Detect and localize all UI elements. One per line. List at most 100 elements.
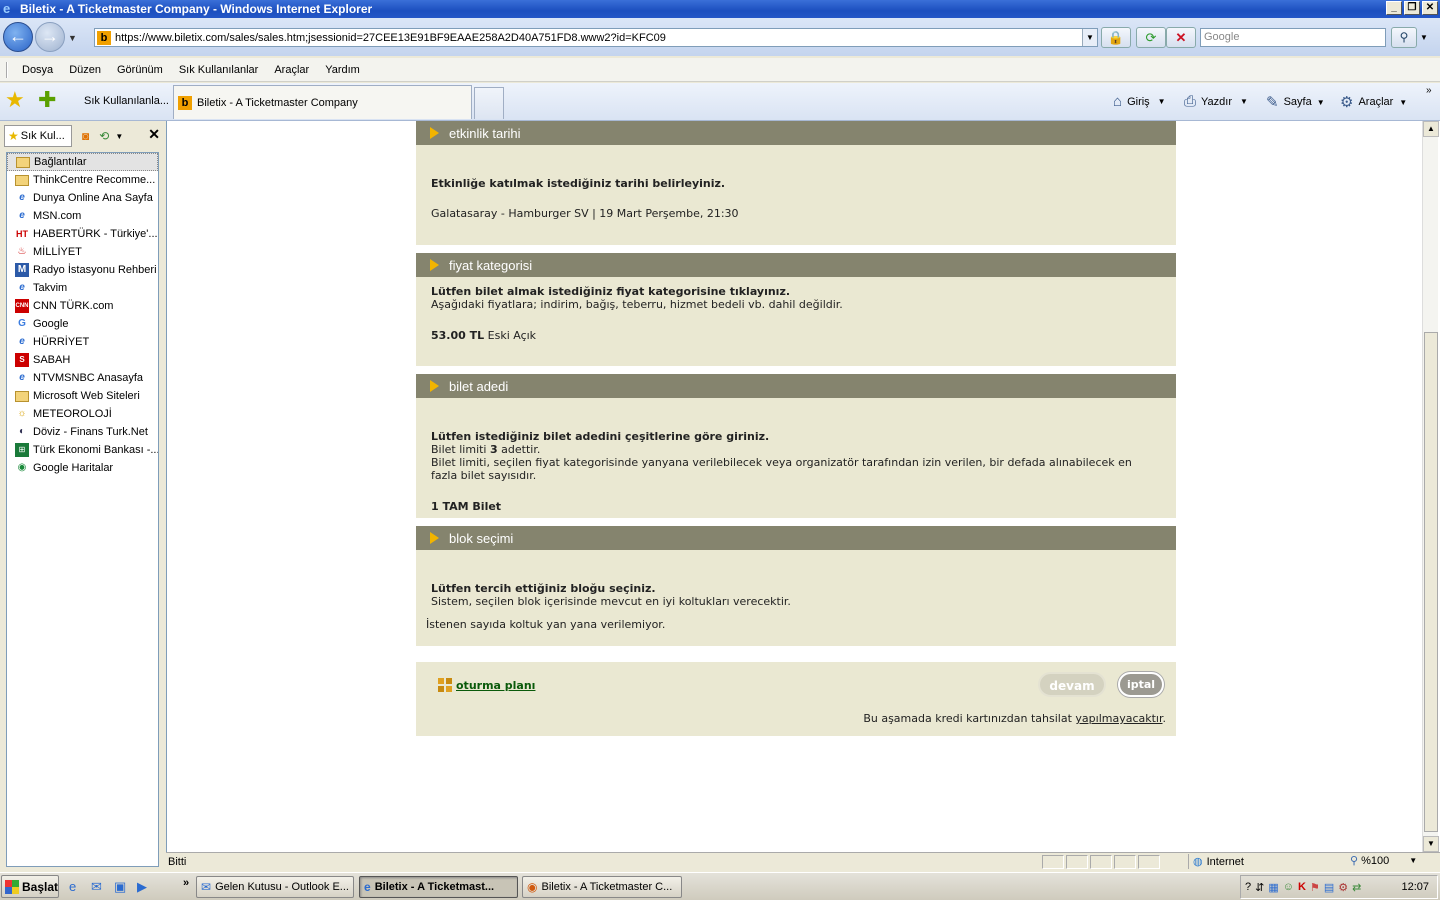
quicklaunch-media-icon[interactable]: ▶ — [137, 879, 147, 895]
search-options-dropdown[interactable]: ▼ — [1420, 33, 1428, 42]
home-button[interactable]: ⌂ Giriş ▼ — [1113, 93, 1166, 110]
price-option[interactable]: 53.00 TL Eski Açık — [431, 311, 1161, 342]
favorite-item[interactable]: HT HABERTÜRK - Türkiye'... — [7, 225, 158, 243]
address-bar[interactable]: b https://www.biletix.com/sales/sales.ht… — [94, 28, 1098, 47]
favorites-label[interactable]: Sık Kullanılanla... — [84, 95, 169, 107]
block-warning: İstenen sayıda koltuk yan yana verilemiy… — [426, 618, 666, 631]
history-dropdown-icon[interactable]: ▼ — [115, 132, 123, 141]
connection-icon[interactable]: ⇄ — [1352, 881, 1361, 894]
favorite-item[interactable]: e NTVMSNBC Anasayfa — [7, 369, 158, 387]
restore-button[interactable]: ❐ — [1404, 1, 1420, 15]
address-dropdown-button[interactable]: ▼ — [1082, 29, 1097, 46]
google-icon: G — [18, 318, 26, 329]
favorite-item[interactable]: ⊞ Türk Ekonomi Bankası -... — [7, 441, 158, 459]
search-input[interactable]: Google — [1200, 28, 1386, 47]
milliyet-icon: ♨ — [17, 246, 27, 257]
zoom-control[interactable]: ⚲ %100 ▼ — [1350, 854, 1417, 868]
history-icon[interactable]: ⟲ — [99, 129, 109, 143]
scroll-down-icon[interactable]: ▼ — [1423, 836, 1439, 852]
start-button[interactable]: Başlat — [1, 875, 59, 898]
stop-button[interactable]: ✕ — [1166, 27, 1196, 48]
favorite-item[interactable]: e Takvim — [7, 279, 158, 297]
print-button[interactable]: ⎙ Yazdır ▼ — [1184, 93, 1248, 110]
favorite-item[interactable]: Bağlantılar — [7, 153, 158, 171]
taskbar-item-outlook[interactable]: ✉ Gelen Kutusu - Outlook E... — [196, 876, 354, 898]
favorite-item[interactable]: CNN CNN TÜRK.com — [7, 297, 158, 315]
help-icon[interactable]: ? — [1245, 881, 1251, 893]
scroll-up-icon[interactable]: ▲ — [1423, 121, 1439, 137]
favorite-item[interactable]: Microsoft Web Siteleri — [7, 387, 158, 405]
page-button[interactable]: ✎ Sayfa ▼ — [1266, 93, 1325, 111]
address-url[interactable]: https://www.biletix.com/sales/sales.htm;… — [115, 32, 666, 44]
favorite-item[interactable]: ♨ MİLLİYET — [7, 243, 158, 261]
home-dropdown-icon[interactable]: ▼ — [1158, 97, 1166, 106]
page-dropdown-icon[interactable]: ▼ — [1317, 98, 1325, 107]
quicklaunch-desktop-icon[interactable]: ▣ — [114, 879, 126, 895]
favorite-item[interactable]: e Dunya Online Ana Sayfa — [7, 189, 158, 207]
favorites-center-star-icon[interactable]: ★ — [5, 89, 25, 111]
favorite-item[interactable]: e HÜRRİYET — [7, 333, 158, 351]
print-dropdown-icon[interactable]: ▼ — [1240, 97, 1248, 106]
recent-pages-dropdown[interactable]: ▼ — [68, 33, 77, 43]
menu-file[interactable]: Dosya — [14, 64, 61, 76]
favorite-item[interactable]: G Google — [7, 315, 158, 333]
quicklaunch-outlook-icon[interactable]: ✉ — [91, 879, 102, 895]
section-title: etkinlik tarihi — [449, 125, 521, 141]
quicklaunch-overflow-chevron-icon[interactable]: » — [183, 877, 189, 889]
user-icon[interactable]: ☺ — [1283, 881, 1294, 893]
display-icon[interactable]: ▤ — [1324, 881, 1334, 894]
seat-plan-link[interactable]: oturma planı — [456, 679, 535, 692]
favorite-item[interactable]: S SABAH — [7, 351, 158, 369]
back-button[interactable]: ← — [3, 22, 33, 52]
cancel-button[interactable]: iptal — [1118, 672, 1164, 697]
favorite-item[interactable]: ◐ Döviz - Finans Turk.Net — [7, 423, 158, 441]
menu-tools[interactable]: Araçlar — [266, 64, 317, 76]
forward-button[interactable]: → — [35, 22, 65, 52]
folder-icon — [15, 174, 29, 186]
favorite-item[interactable]: ThinkCentre Recomme... — [7, 171, 158, 189]
payment-notice-link[interactable]: yapılmayacaktır — [1075, 712, 1162, 725]
taskbar-item-label: Biletix - A Ticketmast... — [374, 881, 495, 893]
refresh-button[interactable]: ⟳ — [1136, 27, 1166, 48]
toolbar-overflow-chevron-icon[interactable]: » — [1426, 85, 1432, 96]
favorite-item[interactable]: M Radyo İstasyonu Rehberi — [7, 261, 158, 279]
add-favorite-icon[interactable]: ✚ — [38, 89, 56, 111]
favorites-panel-tab[interactable]: ★ Sık Kul... — [4, 125, 72, 147]
minimize-button[interactable]: _ — [1386, 1, 1402, 15]
quicklaunch-ie-icon[interactable]: e — [69, 879, 76, 894]
taskbar-item-biletix-firefox[interactable]: ◉ Biletix - A Ticketmaster C... — [522, 876, 682, 898]
favorite-item[interactable]: ☼ METEOROLOJİ — [7, 405, 158, 423]
security-lock-icon[interactable]: 🔒 — [1101, 27, 1131, 48]
tray-icon[interactable]: ▦ — [1268, 881, 1278, 894]
close-button[interactable]: ✕ — [1422, 1, 1438, 15]
clock[interactable]: 12:07 — [1401, 881, 1429, 893]
menu-help[interactable]: Yardım — [317, 64, 368, 76]
security-icon[interactable]: ⚑ — [1310, 881, 1320, 894]
update-icon[interactable]: ⚙ — [1338, 881, 1348, 894]
vertical-scrollbar[interactable]: ▲ ▼ — [1422, 121, 1439, 852]
close-panel-icon[interactable]: ✕ — [148, 126, 160, 143]
ie-page-icon: e — [19, 336, 25, 347]
tools-button[interactable]: ⚙ Araçlar ▼ — [1340, 93, 1407, 111]
section-arrow-icon — [430, 380, 439, 392]
antivirus-icon[interactable]: K — [1298, 881, 1306, 893]
menu-edit[interactable]: Düzen — [61, 64, 109, 76]
favorite-item[interactable]: e MSN.com — [7, 207, 158, 225]
tools-dropdown-icon[interactable]: ▼ — [1399, 98, 1407, 107]
menu-favorites[interactable]: Sık Kullanılanlar — [171, 64, 267, 76]
menu-view[interactable]: Görünüm — [109, 64, 171, 76]
security-zone[interactable]: ◍ Internet — [1188, 854, 1344, 869]
zoom-dropdown-icon[interactable]: ▼ — [1409, 856, 1417, 865]
continue-button[interactable]: devam — [1038, 672, 1106, 697]
taskbar-item-biletix-ie[interactable]: e Biletix - A Ticketmast... — [359, 876, 518, 898]
new-tab-button[interactable] — [474, 87, 504, 119]
favorite-label: Bağlantılar — [34, 156, 87, 168]
network-icon[interactable]: ⇵ — [1255, 881, 1264, 894]
price-instruction: Lütfen bilet almak istediğiniz fiyat kat… — [431, 285, 791, 298]
tab-biletix[interactable]: b Biletix - A Ticketmaster Company — [173, 85, 472, 119]
scroll-thumb[interactable] — [1424, 332, 1438, 832]
feeds-icon[interactable]: ◙ — [82, 129, 89, 143]
favorite-item[interactable]: ◉ Google Haritalar — [7, 459, 158, 477]
event-name[interactable]: Galatasaray - Hamburger SV | 19 Mart Per… — [431, 190, 1161, 220]
search-button[interactable]: ⚲ — [1391, 27, 1417, 48]
